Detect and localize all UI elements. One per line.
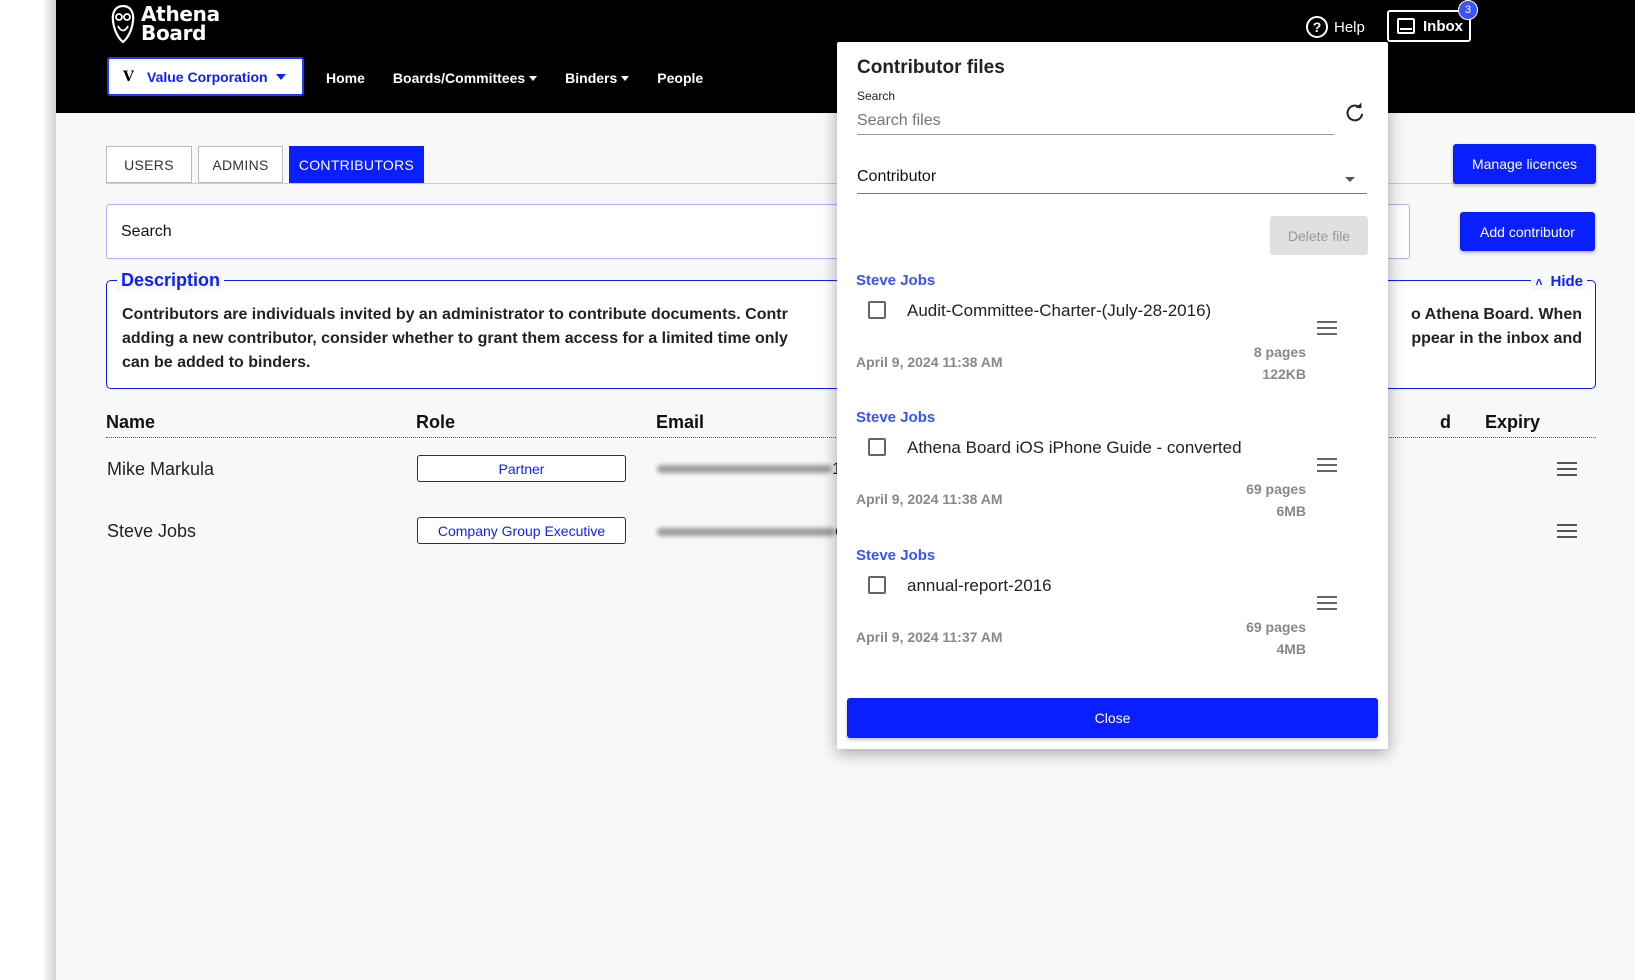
contributor-select-value: Contributor [857, 168, 937, 185]
tab-admins[interactable]: ADMINS [198, 146, 283, 183]
tab-users[interactable]: USERS [106, 146, 192, 183]
file-date: April 9, 2024 11:38 AM [856, 354, 1003, 370]
email-redacted [657, 465, 832, 473]
file-item: Steve Jobs Audit-Committee-Charter-(July… [837, 272, 1388, 402]
file-pages: 69 pages [1246, 619, 1306, 635]
left-edge-shadow [0, 0, 56, 980]
file-menu-icon[interactable] [1317, 321, 1337, 339]
file-search-input[interactable] [857, 108, 1334, 135]
file-checkbox[interactable] [868, 301, 886, 319]
file-menu-icon[interactable] [1317, 458, 1337, 476]
file-item: Steve Jobs annual-report-2016 April 9, 2… [837, 547, 1388, 677]
role-badge: Partner [417, 455, 626, 482]
col-expiry[interactable]: Expiry [1485, 412, 1540, 433]
col-partial[interactable]: d [1440, 412, 1451, 433]
caret-down-icon [529, 75, 538, 81]
file-owner-link[interactable]: Steve Jobs [856, 272, 935, 289]
role-badge: Company Group Executive [417, 517, 626, 544]
inbox-count-badge: 3 [1458, 0, 1478, 20]
inbox-icon [1397, 18, 1415, 34]
owl-logo-icon [111, 4, 135, 44]
file-item: Steve Jobs Athena Board iOS iPhone Guide… [837, 409, 1388, 539]
dialog-title: Contributor files [857, 57, 1005, 78]
nav-home-label: Home [326, 70, 365, 86]
nav-binders-label: Binders [565, 70, 618, 86]
col-email[interactable]: Email [656, 412, 704, 433]
nav-people[interactable]: People [657, 70, 703, 86]
file-size: 122KB [1262, 366, 1306, 382]
file-menu-icon[interactable] [1317, 596, 1337, 614]
file-name[interactable]: Audit-Committee-Charter-(July-28-2016) [907, 301, 1211, 321]
row-menu-icon[interactable] [1557, 462, 1577, 480]
nav-binders[interactable]: Binders [565, 70, 630, 86]
nav-home[interactable]: Home [326, 70, 365, 86]
description-line1-right: o Athena Board. When [1411, 306, 1582, 323]
file-name[interactable]: annual-report-2016 [907, 576, 1052, 596]
file-date: April 9, 2024 11:37 AM [856, 629, 1003, 645]
inbox-label: Inbox [1423, 17, 1463, 35]
nav-boards-committees[interactable]: Boards/Committees [392, 70, 538, 86]
contributor-name: Steve Jobs [107, 521, 197, 541]
email-redacted [657, 528, 835, 536]
caret-down-icon [1345, 177, 1355, 182]
chevron-up-icon: ˄ [1535, 274, 1543, 289]
file-checkbox[interactable] [868, 576, 886, 594]
help-icon: ? [1306, 16, 1328, 38]
contributor-files-dialog: Contributor files Search Contributor Del… [837, 42, 1388, 749]
nav-people-label: People [657, 70, 704, 86]
description-hide-toggle[interactable]: ˄ Hide [1531, 273, 1587, 290]
file-owner-link[interactable]: Steve Jobs [856, 547, 935, 564]
file-checkbox[interactable] [868, 438, 886, 456]
file-owner-link[interactable]: Steve Jobs [856, 409, 935, 426]
row-menu-icon[interactable] [1557, 524, 1577, 542]
description-line1-left: Contributors are individuals invited by … [122, 306, 788, 323]
close-button[interactable]: Close [847, 698, 1378, 738]
file-search-label: Search [857, 89, 896, 103]
manage-licences-button[interactable]: Manage licences [1453, 144, 1596, 184]
contributor-select[interactable]: Contributor [857, 163, 1367, 194]
main-nav: Home Boards/Committees Binders People [326, 70, 731, 86]
col-role[interactable]: Role [416, 412, 455, 433]
organization-dropdown[interactable]: V Value Corporation [107, 57, 304, 96]
tab-contributors[interactable]: CONTRIBUTORS [289, 146, 424, 183]
caret-down-icon [621, 75, 630, 81]
file-pages: 8 pages [1253, 344, 1306, 360]
brand-name-line2: Board [141, 21, 207, 45]
brand-logo[interactable]: Athena Board [110, 4, 220, 44]
file-size: 4MB [1276, 641, 1306, 657]
col-name[interactable]: Name [106, 412, 155, 433]
org-logo-icon: V [123, 68, 134, 85]
caret-down-icon [275, 73, 286, 80]
refresh-icon[interactable] [1344, 102, 1366, 124]
help-link[interactable]: ? Help [1306, 16, 1365, 38]
nav-boards-label: Boards/Committees [392, 70, 526, 86]
hide-label: Hide [1550, 273, 1583, 290]
org-name: Value Corporation [147, 68, 268, 85]
description-line2-right: ppear in the inbox and [1411, 330, 1582, 347]
search-label: Search [121, 222, 172, 240]
delete-file-button[interactable]: Delete file [1270, 216, 1368, 255]
add-contributor-button[interactable]: Add contributor [1460, 212, 1595, 251]
file-date: April 9, 2024 11:38 AM [856, 491, 1003, 507]
description-line2-left: adding a new contributor, consider wheth… [122, 330, 788, 347]
file-pages: 69 pages [1246, 481, 1306, 497]
user-type-tabs: USERS ADMINS CONTRIBUTORS [106, 146, 430, 183]
contributor-name: Mike Markula [107, 459, 215, 479]
description-title: Description [117, 270, 225, 291]
file-name[interactable]: Athena Board iOS iPhone Guide - converte… [907, 438, 1242, 458]
help-label: Help [1334, 18, 1365, 36]
brand-name: Athena Board [141, 4, 220, 45]
file-size: 6MB [1276, 503, 1306, 519]
